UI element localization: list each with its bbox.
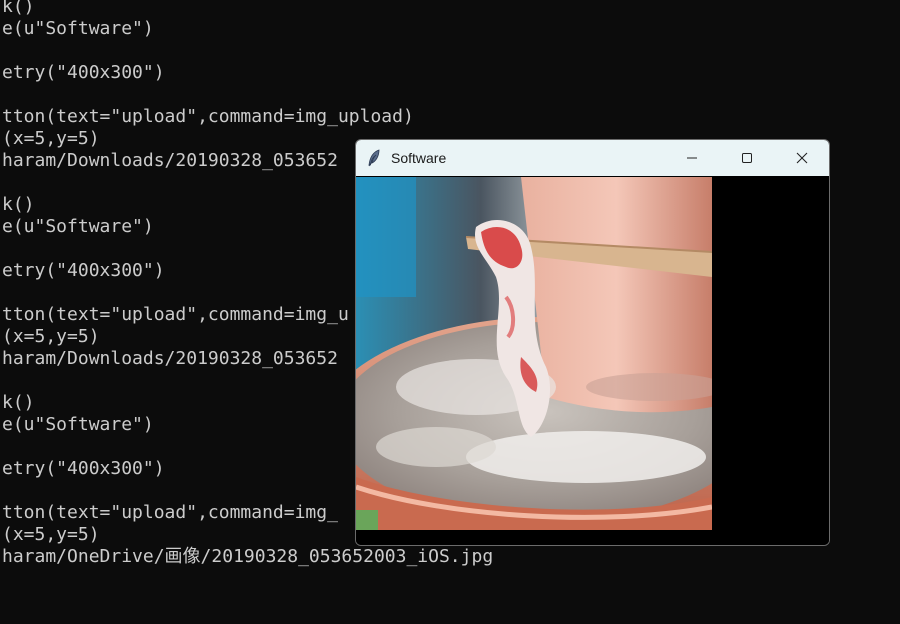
terminal-line: haram/OneDrive/画像/20190328_053652003_iOS…: [2, 546, 494, 567]
window-title: Software: [391, 150, 447, 166]
feather-icon: [367, 149, 383, 167]
close-button[interactable]: [779, 140, 825, 176]
window-content: [356, 176, 829, 545]
software-window[interactable]: Software: [355, 139, 830, 546]
minimize-icon: [687, 157, 697, 159]
maximize-icon: [742, 153, 752, 163]
hotpot-photo: [356, 177, 712, 530]
terminal-line: e(u"Software"): [2, 18, 154, 39]
maximize-button[interactable]: [724, 140, 770, 176]
terminal-line: k(): [2, 0, 35, 17]
terminal-line: etry("400x300"): [2, 62, 165, 83]
window-titlebar[interactable]: Software: [356, 140, 829, 176]
terminal-line: tton(text="upload",command=img_upload): [2, 106, 414, 127]
minimize-button[interactable]: [669, 140, 715, 176]
close-icon: [796, 152, 808, 164]
